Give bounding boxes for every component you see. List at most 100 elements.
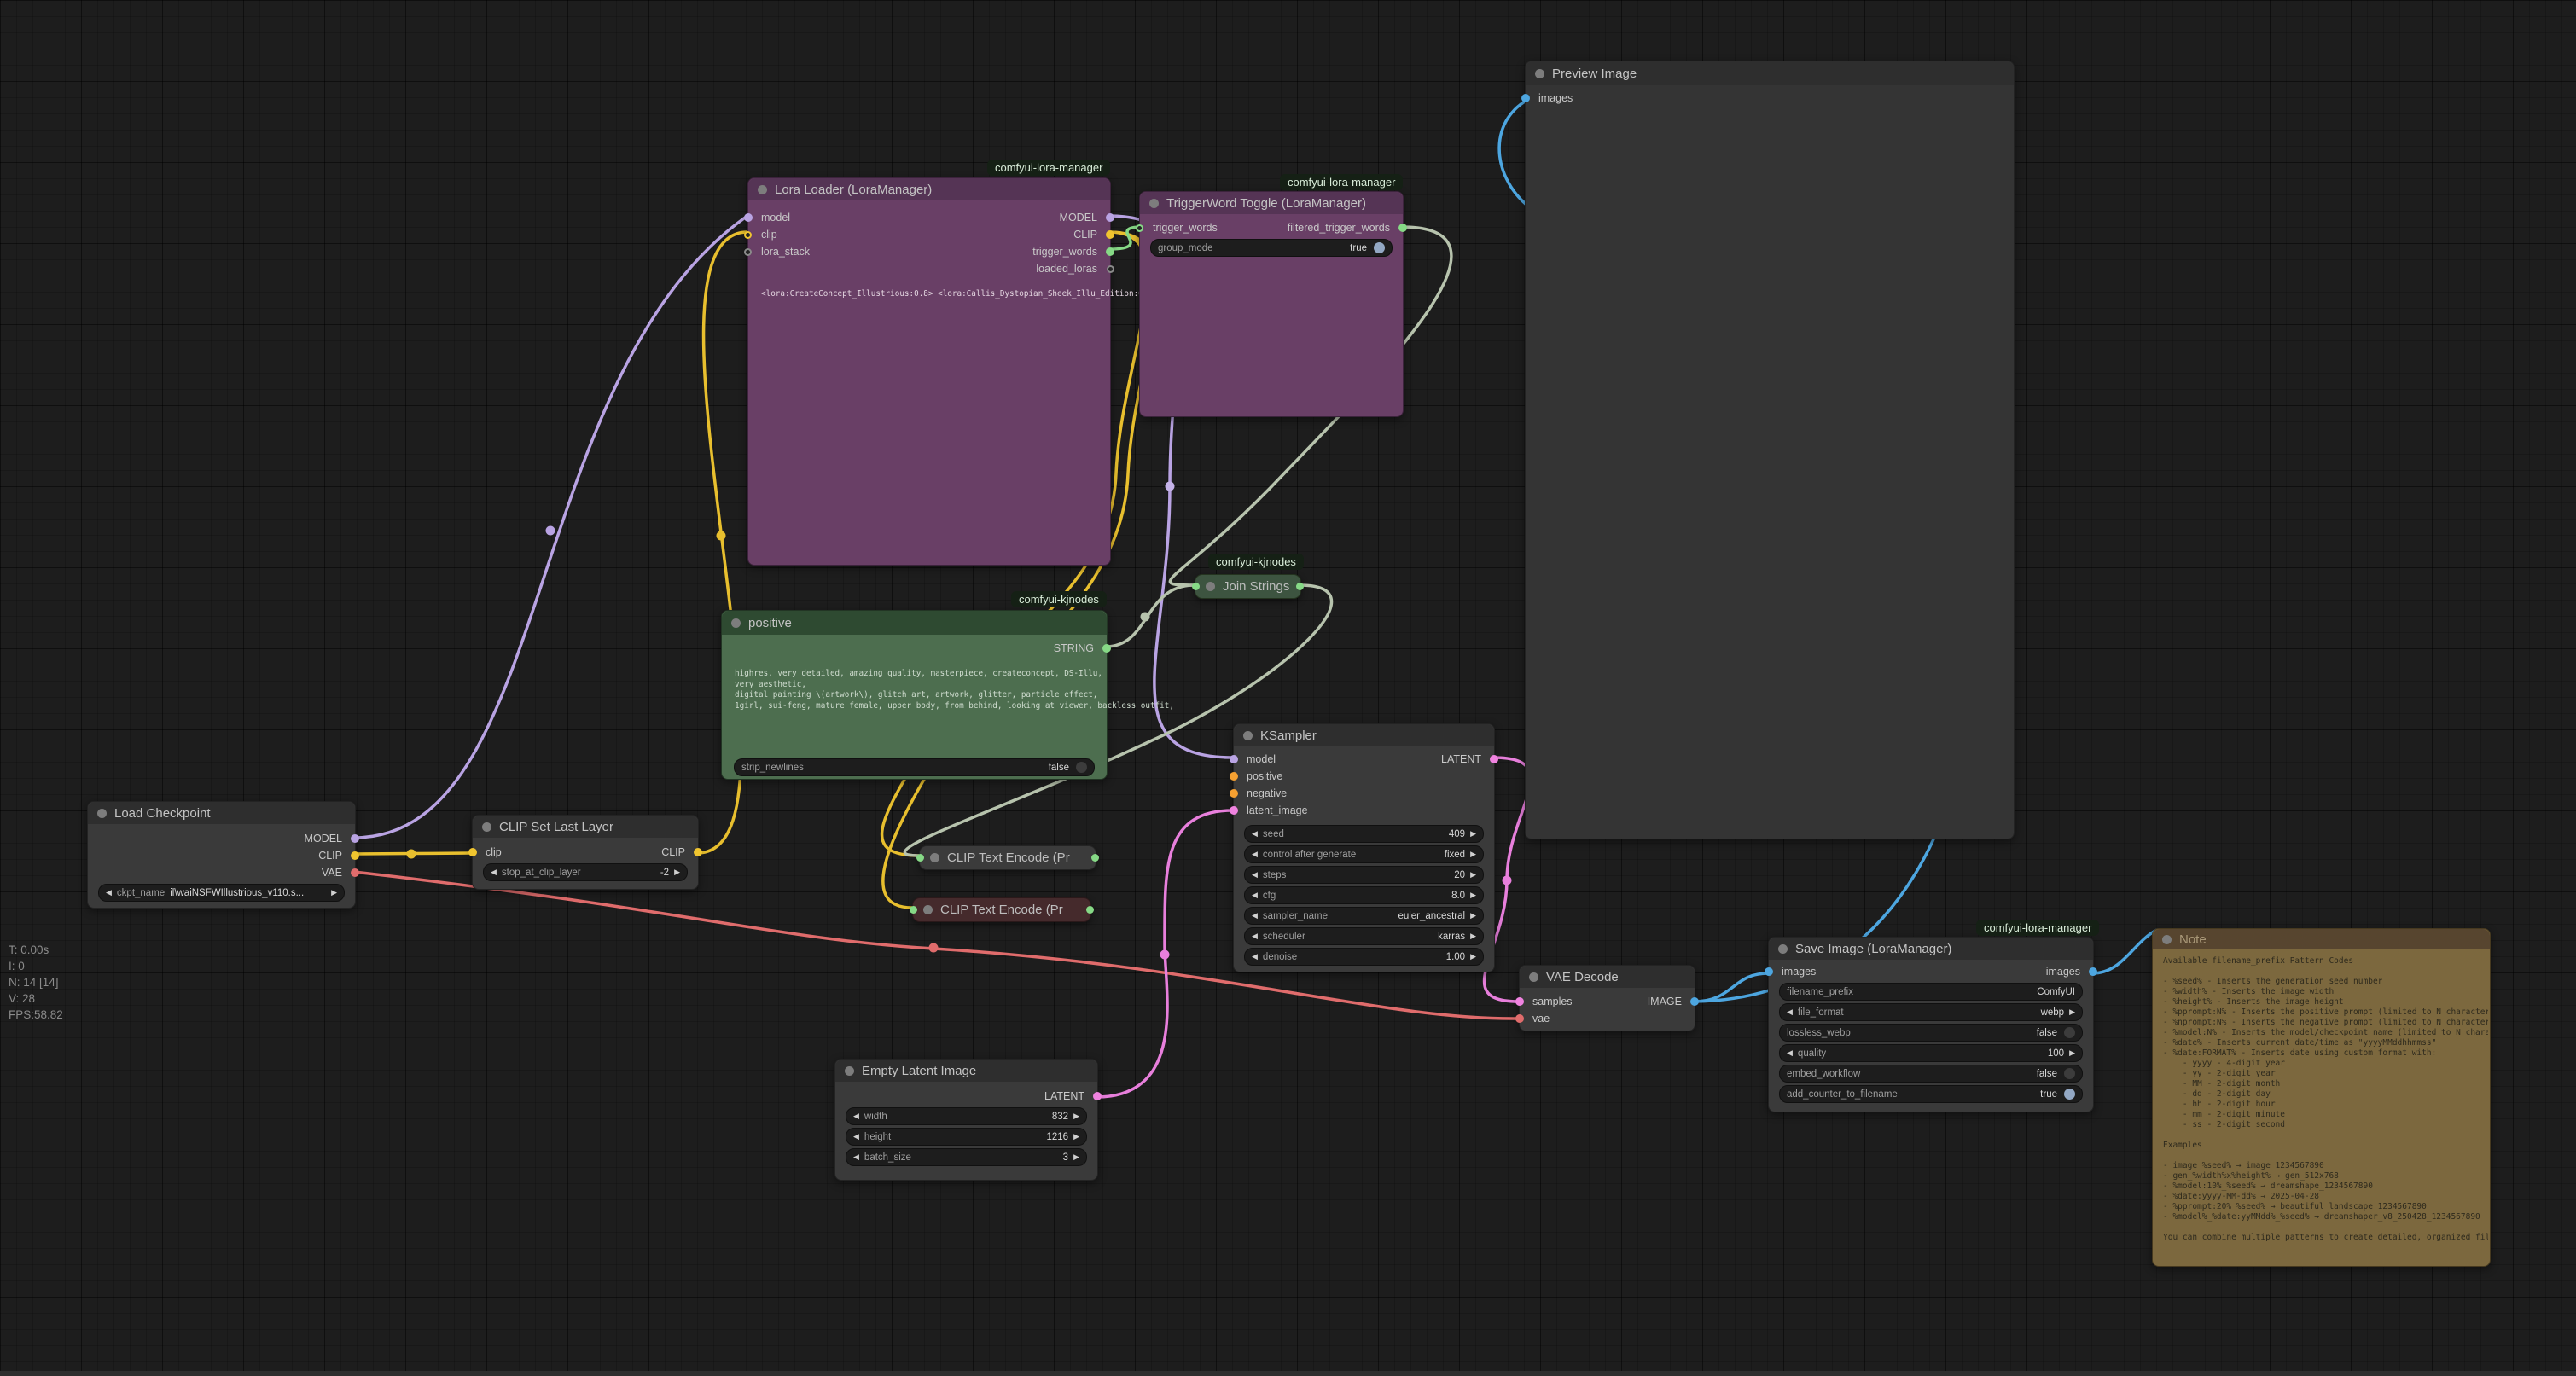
output-port-model[interactable] — [351, 834, 359, 843]
output-port-string[interactable] — [1102, 644, 1111, 653]
widget-width[interactable]: ◀width832▶ — [846, 1107, 1087, 1125]
prev-arrow-icon[interactable]: ◀ — [1252, 871, 1258, 879]
widget-height[interactable]: ◀height1216▶ — [846, 1128, 1087, 1146]
node-preview-image[interactable]: Preview Image images — [1525, 61, 2015, 839]
input-port-images[interactable] — [1765, 967, 1773, 976]
input-port-model[interactable] — [744, 213, 753, 222]
output-port-clip[interactable] — [351, 851, 359, 860]
widget-group-mode[interactable]: group_mode true — [1150, 239, 1393, 257]
input-port-model[interactable] — [1230, 755, 1238, 763]
input-port-positive[interactable] — [1230, 772, 1238, 781]
prev-arrow-icon[interactable]: ◀ — [1787, 1008, 1793, 1016]
input-port[interactable] — [1192, 583, 1200, 590]
output-port-images[interactable] — [2089, 967, 2097, 976]
widget-denoise[interactable]: ◀denoise1.00▶ — [1244, 948, 1484, 966]
prev-arrow-icon[interactable]: ◀ — [1252, 912, 1258, 920]
widget-strip-newlines[interactable]: strip_newlines false — [734, 758, 1095, 776]
output-port-image[interactable] — [1690, 997, 1699, 1006]
collapse-dot-icon[interactable] — [1535, 69, 1544, 78]
collapse-dot-icon[interactable] — [482, 822, 491, 832]
toggle-knob[interactable] — [2064, 1089, 2075, 1100]
node-header[interactable]: TriggerWord Toggle (LoraManager) — [1140, 192, 1403, 214]
node-header[interactable]: Empty Latent Image — [835, 1060, 1097, 1082]
next-arrow-icon[interactable]: ▶ — [1470, 912, 1476, 920]
prev-arrow-icon[interactable]: ◀ — [1252, 891, 1258, 899]
widget-stop-at-clip-layer[interactable]: ◀ stop_at_clip_layer -2 ▶ — [483, 863, 688, 881]
input-port-latent-image[interactable] — [1230, 806, 1238, 815]
input-port-trigger-words[interactable] — [1136, 224, 1143, 232]
prev-arrow-icon[interactable]: ◀ — [853, 1112, 859, 1120]
node-clip-set-last-layer[interactable]: CLIP Set Last Layer clipCLIP ◀ stop_at_c… — [472, 815, 699, 890]
prev-arrow-icon[interactable]: ◀ — [853, 1153, 859, 1161]
output-port[interactable] — [1086, 906, 1094, 914]
prev-arrow-icon[interactable]: ◀ — [1787, 1049, 1793, 1057]
collapse-dot-icon[interactable] — [1243, 731, 1253, 740]
output-port-clip[interactable] — [694, 848, 702, 856]
output-port-vae[interactable] — [351, 868, 359, 877]
collapse-dot-icon[interactable] — [1149, 199, 1159, 208]
next-arrow-icon[interactable]: ▶ — [2069, 1049, 2075, 1057]
widget-ckpt-name[interactable]: ◀ ckpt_name il\waiNSFWIllustrious_v110.s… — [98, 884, 345, 902]
lora-syntax-text[interactable]: <lora:CreateConcept_Illustrious:0.8> <lo… — [761, 289, 1158, 300]
collapse-dot-icon[interactable] — [758, 185, 767, 194]
node-triggerword-toggle[interactable]: TriggerWord Toggle (LoraManager) trigger… — [1139, 191, 1404, 417]
widget-sampler-name[interactable]: ◀sampler_nameeuler_ancestral▶ — [1244, 907, 1484, 925]
toggle-knob[interactable] — [2064, 1068, 2075, 1079]
next-arrow-icon[interactable]: ▶ — [2069, 1008, 2075, 1016]
collapse-dot-icon[interactable] — [923, 905, 933, 914]
next-arrow-icon[interactable]: ▶ — [1470, 891, 1476, 899]
collapse-dot-icon[interactable] — [2162, 935, 2172, 944]
prompt-textarea[interactable]: highres, very detailed, amazing quality,… — [735, 669, 1174, 711]
output-port-loaded-loras[interactable] — [1107, 265, 1114, 273]
collapse-dot-icon[interactable] — [1778, 944, 1788, 954]
node-lora-loader[interactable]: Lora Loader (LoraManager) modelMODEL cli… — [747, 177, 1111, 566]
next-arrow-icon[interactable]: ▶ — [1470, 830, 1476, 838]
node-header[interactable]: positive — [722, 611, 1107, 635]
node-header[interactable]: CLIP Set Last Layer — [473, 816, 698, 838]
next-arrow-icon[interactable]: ▶ — [1470, 851, 1476, 858]
note-text[interactable]: Available filename_prefix Pattern Codes … — [2163, 956, 2488, 1261]
node-header[interactable]: Preview Image — [1526, 61, 2014, 85]
widget-cfg[interactable]: ◀cfg8.0▶ — [1244, 886, 1484, 904]
next-arrow-icon[interactable]: ▶ — [1470, 871, 1476, 879]
output-port[interactable] — [1296, 583, 1304, 590]
prev-arrow-icon[interactable]: ◀ — [1252, 953, 1258, 961]
node-save-image[interactable]: Save Image (LoraManager) imagesimages fi… — [1768, 937, 2094, 1112]
node-note[interactable]: Note Available filename_prefix Pattern C… — [2152, 928, 2491, 1267]
next-arrow-icon[interactable]: ▶ — [674, 868, 680, 876]
input-port-negative[interactable] — [1230, 789, 1238, 798]
collapse-dot-icon[interactable] — [1206, 582, 1215, 591]
widget-scheduler[interactable]: ◀schedulerkarras▶ — [1244, 927, 1484, 945]
collapse-dot-icon[interactable] — [97, 809, 107, 818]
widget-embed-workflow[interactable]: embed_workflowfalse — [1779, 1065, 2083, 1083]
widget-steps[interactable]: ◀steps20▶ — [1244, 866, 1484, 884]
output-port-latent[interactable] — [1490, 755, 1498, 763]
node-header[interactable]: Save Image (LoraManager) — [1769, 938, 2093, 960]
prev-arrow-icon[interactable]: ◀ — [1252, 932, 1258, 940]
node-load-checkpoint[interactable]: Load Checkpoint MODEL CLIP VAE ◀ ckpt_na… — [87, 801, 356, 909]
output-port-model[interactable] — [1106, 213, 1114, 222]
node-clip-text-encode-positive[interactable]: CLIP Text Encode (Pr — [919, 845, 1096, 870]
output-port-clip[interactable] — [1106, 230, 1114, 239]
next-arrow-icon[interactable]: ▶ — [1470, 953, 1476, 961]
collapse-dot-icon[interactable] — [845, 1066, 854, 1076]
node-ksampler[interactable]: KSampler modelLATENT positive negative l… — [1233, 723, 1495, 972]
toggle-knob[interactable] — [1076, 762, 1087, 773]
widget-lossless-webp[interactable]: lossless_webpfalse — [1779, 1024, 2083, 1042]
widget-batch-size[interactable]: ◀batch_size3▶ — [846, 1148, 1087, 1166]
next-arrow-icon[interactable]: ▶ — [1073, 1112, 1079, 1120]
node-header[interactable]: KSampler — [1234, 724, 1494, 746]
input-port[interactable] — [910, 906, 917, 914]
output-port-latent[interactable] — [1093, 1092, 1102, 1100]
collapse-dot-icon[interactable] — [731, 618, 741, 628]
next-arrow-icon[interactable]: ▶ — [1073, 1153, 1079, 1161]
prev-arrow-icon[interactable]: ◀ — [1252, 830, 1258, 838]
node-header[interactable]: VAE Decode — [1520, 966, 1695, 988]
next-arrow-icon[interactable]: ▶ — [1470, 932, 1476, 940]
prev-arrow-icon[interactable]: ◀ — [853, 1133, 859, 1141]
prev-arrow-icon[interactable]: ◀ — [106, 889, 112, 897]
next-arrow-icon[interactable]: ▶ — [1073, 1133, 1079, 1141]
node-positive-prompt[interactable]: positive STRING highres, very detailed, … — [721, 610, 1108, 780]
node-empty-latent-image[interactable]: Empty Latent Image LATENT ◀width832▶ ◀he… — [834, 1059, 1098, 1181]
toggle-knob[interactable] — [1374, 242, 1385, 253]
